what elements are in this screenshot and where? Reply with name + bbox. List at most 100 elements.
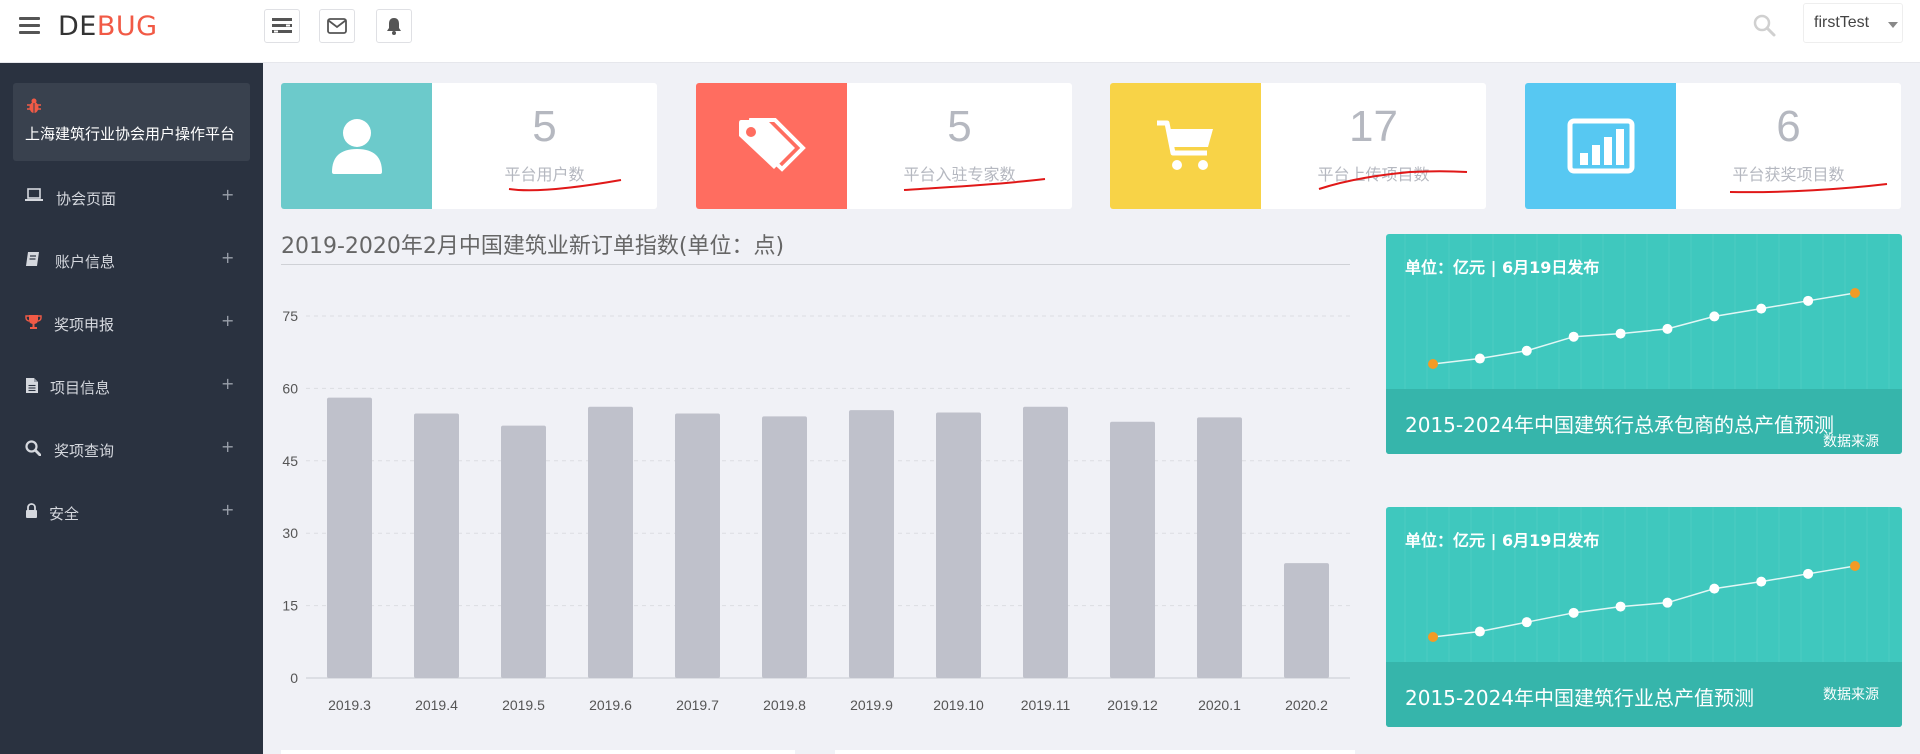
expand-icon: + <box>221 311 235 330</box>
trend-endpoint <box>1850 561 1860 572</box>
brand-name: 上海建筑行业协会用户操作平台 <box>25 125 236 143</box>
list-icon <box>272 18 292 33</box>
red-underline-annotation <box>903 178 1046 191</box>
new-orders-bar-chart: 0 15 30 45 60 75 2019.3 2019.4 2019.5 2019.6 2019.… <box>282 308 1350 713</box>
bar-2019.9 <box>849 410 894 678</box>
expand-icon: + <box>221 374 235 393</box>
bar-2019.12 <box>1110 421 1155 678</box>
bar-2019.4 <box>414 413 459 678</box>
y-tick-label: 30 <box>282 525 298 541</box>
expand-icon: + <box>221 437 235 456</box>
panel-title: 2015-2024年中国建筑行总承包商的总产值预测 <box>1405 413 1835 437</box>
trend-endpoint <box>1850 288 1860 299</box>
x-tick-label: 2019.8 <box>763 697 806 713</box>
logo-text-de: DE <box>58 11 97 42</box>
trophy-icon <box>25 315 42 329</box>
menu-icon[interactable] <box>19 17 40 34</box>
trend-point <box>1756 303 1767 314</box>
mail-icon <box>327 18 347 34</box>
chevron-down-icon <box>1888 22 1898 28</box>
user-name: firstTest <box>1814 14 1870 31</box>
y-tick-label: 60 <box>282 380 298 396</box>
sidebar: 上海建筑行业协会用户操作平台 协会页面 + 账户信息 + 奖项申报 + 项目信息… <box>0 63 263 754</box>
sidebar-item-label: 项目信息 <box>50 379 111 397</box>
user-dropdown[interactable]: firstTest <box>1803 3 1903 43</box>
trend-point <box>1474 353 1485 364</box>
sidebar-item-security[interactable]: 安全 + <box>0 488 263 538</box>
sidebar-item-label: 安全 <box>49 505 80 523</box>
red-underline-annotation <box>508 179 622 192</box>
bar-2020.1 <box>1197 417 1242 678</box>
x-tick-label: 2019.11 <box>1021 697 1071 713</box>
task-list-button[interactable] <box>264 9 300 43</box>
trend-point <box>1756 576 1767 587</box>
sidebar-item-account[interactable]: 账户信息 + <box>0 236 263 286</box>
trend-point <box>1709 311 1720 322</box>
panel-unit: 单位：亿元 | 6月19日发布 <box>1405 258 1600 277</box>
x-tick-label: 2019.12 <box>1107 697 1158 713</box>
data-source-link[interactable]: 数据来源 <box>1823 684 1879 704</box>
bar-2019.10 <box>936 412 981 678</box>
stat-card-experts[interactable]: 5 平台入驻专家数 <box>696 83 1072 209</box>
trend-line <box>1432 565 1856 638</box>
search-icon <box>25 440 41 456</box>
trend-endpoint <box>1428 632 1438 642</box>
bug-icon <box>27 98 41 113</box>
stat-card-awards[interactable]: 6 平台获奖项目数 <box>1525 83 1901 209</box>
trend-point <box>1662 323 1673 334</box>
trend-point <box>1521 345 1532 356</box>
x-tick-label: 2019.4 <box>415 697 458 713</box>
trend-point <box>1803 295 1814 306</box>
bar-2019.5 <box>501 425 546 678</box>
file-icon <box>26 378 38 393</box>
search-icon[interactable] <box>1753 14 1777 42</box>
lock-icon <box>26 503 37 518</box>
bottom-card-left <box>281 750 795 754</box>
x-tick-label: 2019.6 <box>589 697 632 713</box>
top-header: DEBUG firstTest <box>0 0 1920 63</box>
notification-button[interactable] <box>376 9 412 43</box>
chart-title-divider <box>281 264 1350 265</box>
sidebar-item-award-apply[interactable]: 奖项申报 + <box>0 299 263 349</box>
sidebar-item-project-info[interactable]: 项目信息 + <box>0 362 263 412</box>
stat-card-users[interactable]: 5 平台用户数 <box>281 83 657 209</box>
expand-icon: + <box>221 248 235 267</box>
bar-2019.6 <box>588 406 633 678</box>
bar-2019.8 <box>762 416 807 678</box>
laptop-icon <box>25 188 43 201</box>
book-icon <box>26 252 39 266</box>
trend-point <box>1568 331 1579 342</box>
sidebar-item-label: 协会页面 <box>56 190 117 208</box>
sidebar-item-award-query[interactable]: 奖项查询 + <box>0 425 263 475</box>
bar-2020.2 <box>1284 563 1329 678</box>
trend-line <box>1432 292 1856 365</box>
red-underline-annotation <box>1729 183 1888 194</box>
forecast-panel-contractors[interactable]: 单位：亿元 | 6月19日发布 2015-2024年中国建筑行总承包商的总产值预… <box>1386 234 1902 454</box>
data-source-link[interactable]: 数据来源 <box>1823 431 1879 451</box>
trend-point <box>1803 568 1814 579</box>
sidebar-item-label: 账户信息 <box>55 253 116 271</box>
logo-text-bug: BUG <box>96 11 158 42</box>
bar-2019.11 <box>1023 406 1068 678</box>
trend-point <box>1615 601 1626 612</box>
sidebar-item-label: 奖项申报 <box>54 316 115 334</box>
y-tick-label: 0 <box>290 670 298 686</box>
x-tick-label: 2020.2 <box>1285 697 1328 713</box>
sidebar-item-association[interactable]: 协会页面 + <box>0 173 263 223</box>
x-tick-label: 2020.1 <box>1198 697 1241 713</box>
panel-unit: 单位：亿元 | 6月19日发布 <box>1405 531 1600 550</box>
expand-icon: + <box>221 185 235 204</box>
expand-icon: + <box>221 500 235 519</box>
trend-point <box>1521 617 1532 628</box>
logo[interactable]: DEBUG <box>58 11 158 42</box>
stat-card-projects[interactable]: 17 平台上传项目数 <box>1110 83 1486 209</box>
red-underline-annotation <box>1318 170 1468 190</box>
x-tick-label: 2019.9 <box>850 697 893 713</box>
forecast-panel-industry[interactable]: 单位：亿元 | 6月19日发布 2015-2024年中国建筑行业总产值预测 数据… <box>1386 507 1902 727</box>
y-tick-label: 45 <box>282 453 298 469</box>
x-tick-label: 2019.10 <box>933 697 984 713</box>
mail-button[interactable] <box>319 9 355 43</box>
x-tick-label: 2019.5 <box>502 697 545 713</box>
bar-2019.3 <box>327 397 372 678</box>
bar-2019.7 <box>675 413 720 678</box>
